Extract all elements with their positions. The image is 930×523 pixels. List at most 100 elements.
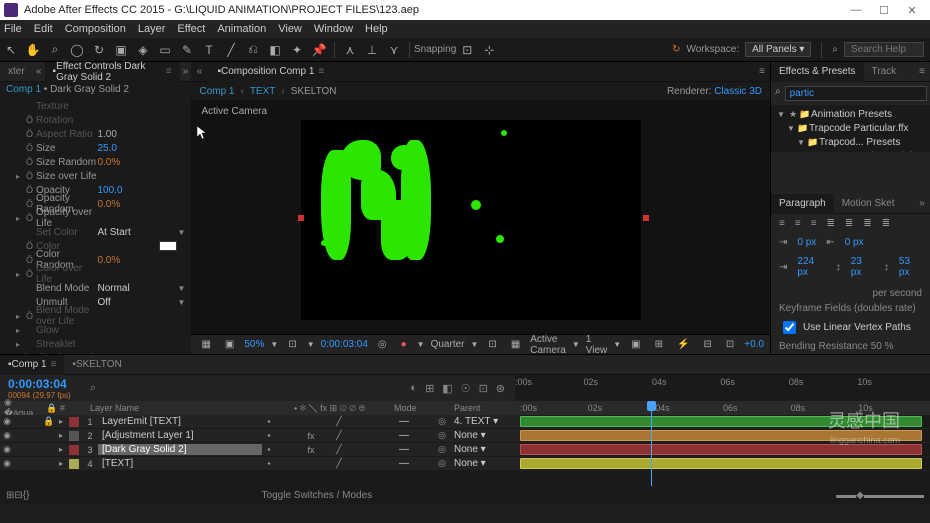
snapping-label[interactable]: Snapping	[414, 44, 456, 55]
axis-tool-icon[interactable]: ⋏	[339, 39, 361, 61]
panel-menu-icon[interactable]: »	[914, 198, 930, 209]
clone-tool-icon[interactable]: ⎌	[242, 39, 264, 61]
tree-trapcod-presets[interactable]: ▼📁Trapcod... Presets	[773, 135, 928, 149]
prop-glow[interactable]: ▸Glow	[0, 323, 191, 337]
tl-graph-icon[interactable]: ⊡	[479, 382, 488, 395]
indent-right-field[interactable]: 0 px	[845, 237, 864, 248]
tab-effect-controls[interactable]: ▪ Effect Controls Dark Gray Solid 2 ≡	[45, 62, 180, 82]
menu-animation[interactable]: Animation	[217, 23, 266, 35]
snap2-icon[interactable]: ⊹	[478, 39, 500, 61]
timeline-tab-comp1[interactable]: ▪ Comp 1 ≡	[0, 355, 64, 375]
views-dropdown[interactable]: 1 View	[586, 334, 608, 356]
layer-handle-right[interactable]	[643, 215, 649, 221]
panel-menu-icon[interactable]: ≡	[754, 66, 770, 77]
current-time-field[interactable]: 0:00:03:04	[8, 377, 72, 391]
space-before-field[interactable]: 23 px	[851, 256, 874, 278]
layer-handle-left[interactable]	[298, 215, 304, 221]
rotate-tool-icon[interactable]: ↻	[88, 39, 110, 61]
pixel-icon[interactable]: ⊞	[651, 339, 667, 350]
tab-tracker[interactable]: Track	[864, 62, 905, 82]
type-tool-icon[interactable]: T	[198, 39, 220, 61]
visibility-toggle[interactable]: ◉	[0, 416, 14, 427]
comp-nav-skelton[interactable]: SKELTON	[291, 86, 337, 97]
camera-dropdown[interactable]: Active Camera	[530, 334, 566, 356]
menu-effect[interactable]: Effect	[177, 23, 205, 35]
viewport[interactable]: Active Camera	[191, 100, 770, 334]
transparency-icon[interactable]: ▦	[507, 339, 524, 350]
tab-character[interactable]: xter	[0, 62, 33, 82]
pan-behind-tool-icon[interactable]: ◈	[132, 39, 154, 61]
snap-icon[interactable]: ⊡	[456, 39, 478, 61]
tl-braces-icon[interactable]: {}	[23, 490, 30, 501]
exposure-field[interactable]: +0.0	[744, 339, 764, 350]
workspace-sync-icon[interactable]: ↻	[672, 44, 680, 55]
flowchart-icon[interactable]: ⊡	[722, 339, 738, 350]
playhead-line[interactable]	[651, 401, 652, 486]
visibility-toggle[interactable]: ◉	[0, 458, 14, 469]
menu-help[interactable]: Help	[365, 23, 388, 35]
prop-size-random[interactable]: ÖSize Random0.0%	[0, 155, 191, 169]
res-menu-icon[interactable]: ⊡	[284, 339, 300, 350]
tl-search-icon[interactable]: ⌕	[90, 382, 96, 395]
comp-nav-comp1[interactable]: Comp 1	[199, 86, 234, 97]
space-after-field[interactable]: 53 px	[899, 256, 922, 278]
tl-fx-icon[interactable]: ⊞	[425, 382, 434, 395]
layer-bar-3[interactable]	[520, 444, 922, 455]
timeline-icon[interactable]: ⊟	[699, 339, 715, 350]
visibility-toggle[interactable]: ◉	[0, 430, 14, 441]
justify-center-icon[interactable]: ≣	[845, 218, 853, 229]
align-right-icon[interactable]: ≡	[811, 218, 817, 229]
search-help-input[interactable]	[844, 42, 924, 57]
tree-trapcode-particular-ffx[interactable]: ▼📁Trapcode Particular.ffx	[773, 121, 928, 135]
workspace-dropdown[interactable]: All Panels ▾	[745, 42, 811, 57]
tl-expand-icon[interactable]: ⊞	[6, 490, 14, 501]
layer-bar-1[interactable]	[520, 416, 922, 427]
tl-collapse-icon[interactable]: ⊟	[14, 490, 22, 501]
tab-effects-presets[interactable]: Effects & Presets	[771, 62, 864, 82]
prev-tab-icon[interactable]: «	[33, 66, 45, 77]
prop-size-over-life[interactable]: ▸ÖSize over Life	[0, 169, 191, 183]
tl-frame-blend-icon[interactable]: ◧	[442, 382, 452, 395]
zoom-dropdown[interactable]: 50%	[244, 339, 264, 350]
tl-brainstorm-icon[interactable]: ⊛	[496, 382, 505, 395]
axis3-tool-icon[interactable]: ⋎	[383, 39, 405, 61]
axis2-tool-icon[interactable]: ⊥	[361, 39, 383, 61]
justify-all-icon[interactable]: ≣	[882, 218, 890, 229]
renderer-dropdown[interactable]: Classic 3D	[714, 86, 762, 97]
align-center-icon[interactable]: ≡	[795, 218, 801, 229]
menu-layer[interactable]: Layer	[138, 23, 166, 35]
prop-size[interactable]: ÖSize25.0	[0, 141, 191, 155]
minimize-button[interactable]: —	[842, 4, 870, 16]
comp-nav-text[interactable]: TEXT	[250, 86, 276, 97]
layer-bar-4[interactable]	[520, 458, 922, 469]
menu-file[interactable]: File	[4, 23, 22, 35]
prop-set-color[interactable]: Set ColorAt Start▼	[0, 225, 191, 239]
orbit-tool-icon[interactable]: ◯	[66, 39, 88, 61]
justify-left-icon[interactable]: ≣	[827, 218, 835, 229]
align-left-icon[interactable]: ≡	[779, 218, 785, 229]
linear-vertex-checkbox[interactable]	[783, 321, 796, 334]
fast-prev-icon[interactable]: ⚡	[673, 339, 693, 350]
maximize-button[interactable]: ☐	[870, 4, 898, 17]
prop-blend-mode-over-life[interactable]: ▸ÖBlend Mode over Life	[0, 309, 191, 323]
camera-tool-icon[interactable]: ▣	[110, 39, 132, 61]
menu-composition[interactable]: Composition	[65, 23, 126, 35]
tree-animation-presets[interactable]: ▼★📁Animation Presets	[773, 107, 928, 121]
zoom-tool-icon[interactable]: ⌕	[44, 39, 66, 61]
tl-motion-blur-icon[interactable]: ☉	[461, 382, 471, 395]
menu-window[interactable]: Window	[314, 23, 353, 35]
indent-left-field[interactable]: 0 px	[797, 237, 816, 248]
brush-tool-icon[interactable]: ╱	[220, 39, 242, 61]
prop-blend-mode[interactable]: Blend ModeNormal▼	[0, 281, 191, 295]
eraser-tool-icon[interactable]: ◧	[264, 39, 286, 61]
resolution-dropdown[interactable]: Quarter	[431, 339, 465, 350]
rect-tool-icon[interactable]: ▭	[154, 39, 176, 61]
pen-tool-icon[interactable]: ✎	[176, 39, 198, 61]
prop-texture[interactable]: Texture	[0, 99, 191, 113]
prop-streaklet[interactable]: ▸Streaklet	[0, 337, 191, 351]
breadcrumb-comp[interactable]: Comp 1	[6, 84, 41, 95]
toggle-switches-button[interactable]: Toggle Switches / Modes	[262, 490, 373, 501]
timecode-field[interactable]: 0:00:03:04	[321, 339, 368, 350]
visibility-toggle[interactable]: ◉	[0, 444, 14, 455]
roi-icon[interactable]: ⊡	[484, 339, 500, 350]
